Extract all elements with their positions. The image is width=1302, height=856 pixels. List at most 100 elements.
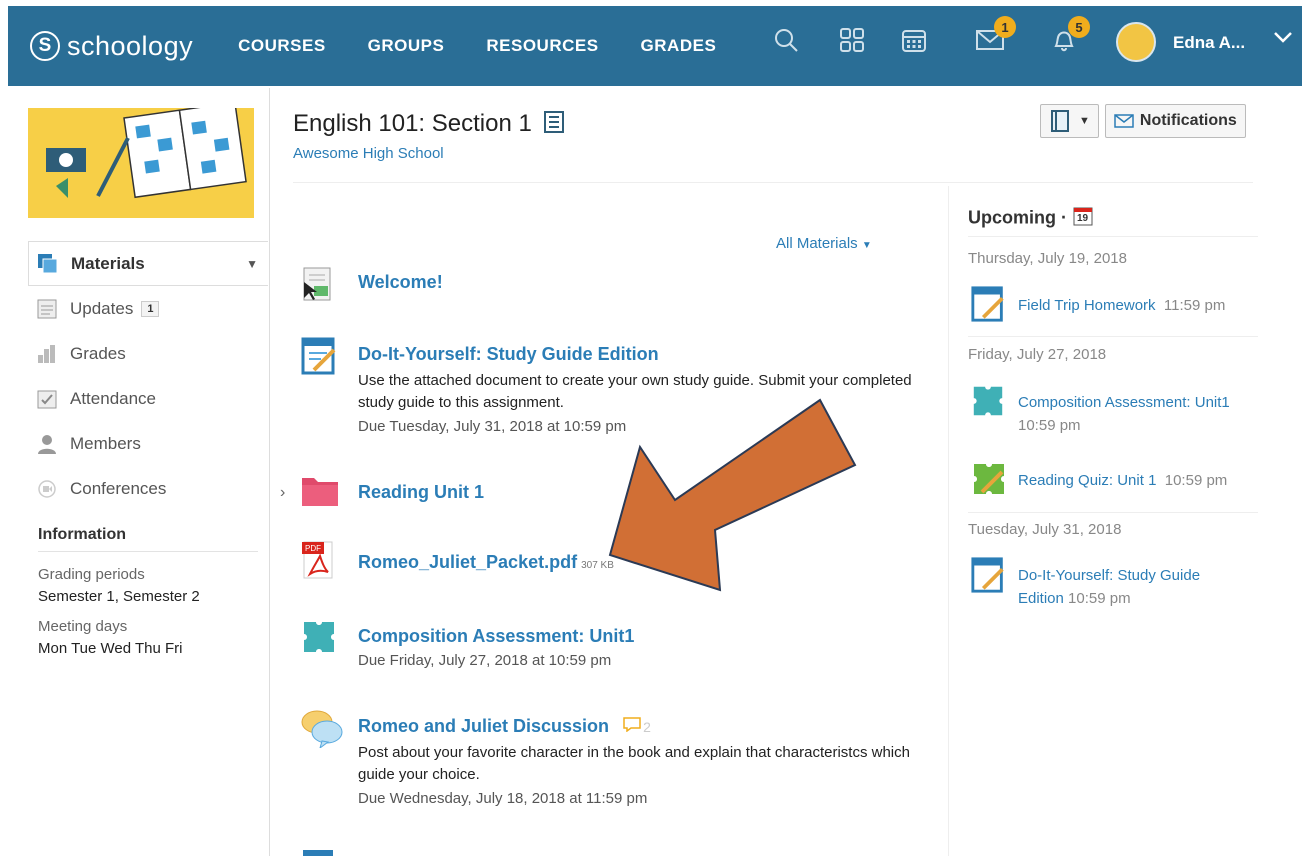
logo-text: schoology (67, 30, 194, 61)
assessment-icon (300, 618, 340, 658)
sidebar-item-materials[interactable]: Materials ▼ (28, 241, 268, 286)
logo[interactable]: S schoology (30, 31, 193, 62)
course-options-button[interactable]: ▼ (1040, 104, 1099, 138)
information-heading: Information (38, 526, 126, 543)
search-icon[interactable] (768, 22, 804, 58)
svg-text:PDF: PDF (305, 544, 321, 553)
chevron-right-icon[interactable]: › (280, 484, 285, 502)
divider (293, 182, 1253, 183)
avatar[interactable] (1116, 22, 1156, 62)
upcoming-item-title[interactable]: Field Trip Homework (1018, 297, 1156, 314)
page-icon (300, 266, 340, 306)
sidebar-item-label: Attendance (70, 388, 157, 408)
upcoming-item-text[interactable]: Reading Quiz: Unit 1 10:59 pm (1018, 469, 1302, 492)
meeting-days-value: Mon Tue Wed Thu Fri (38, 640, 183, 657)
divider (968, 236, 1258, 237)
comment-count: 2 (623, 716, 651, 736)
attendance-icon (36, 388, 58, 410)
sidebar-item-label: Conferences (70, 478, 167, 498)
material-description: Post about your favorite character in th… (358, 744, 910, 783)
upcoming-heading: Upcoming · (968, 205, 1094, 232)
navigation-bar: S schoology COURSES GROUPS RESOURCES GRA… (8, 6, 1302, 86)
pdf-file-name[interactable]: Romeo_Juliet_Packet.pdf (358, 552, 577, 572)
left-sidebar: Materials ▼ Updates 1 Grades Attendance (0, 88, 270, 856)
quiz-icon (970, 460, 1008, 498)
assignment-icon (300, 336, 340, 376)
comment-icon (623, 717, 641, 733)
page-title: English 101: Section 1 (293, 110, 532, 137)
upcoming-date: Thursday, July 19, 2018 (968, 250, 1127, 267)
apps-grid-icon[interactable] (834, 22, 870, 58)
calendar-icon[interactable] (896, 22, 932, 58)
upcoming-item-title[interactable]: Composition Assessment: Unit1 (1018, 394, 1230, 411)
material-title[interactable]: Composition Assessment: Unit1 (358, 626, 634, 647)
caret-down-icon[interactable]: ▼ (246, 257, 258, 271)
chevron-down-icon[interactable] (1273, 30, 1293, 49)
comment-count-value: 2 (643, 719, 651, 735)
course-profile-icon[interactable] (543, 110, 565, 139)
arrow-annotation (608, 398, 857, 592)
material-due-date: Due Wednesday, July 18, 2018 at 11:59 pm (358, 790, 648, 807)
discussion-icon (300, 708, 343, 750)
school-link[interactable]: Awesome High School (293, 145, 444, 162)
caret-down-icon: ▼ (1079, 115, 1090, 127)
upcoming-item-time: 10:59 pm (1018, 417, 1081, 434)
divider (968, 512, 1258, 513)
sidebar-item-label: Updates (70, 298, 134, 318)
grades-icon (36, 343, 58, 365)
calendar-day: 19 (1077, 213, 1089, 224)
caret-down-icon: ▼ (861, 240, 872, 251)
material-title[interactable]: Romeo and Juliet Discussion 2 (358, 716, 651, 737)
all-materials-filter[interactable]: All Materials ▼ (776, 235, 872, 252)
material-title[interactable]: Reading Unit 1 (358, 482, 484, 503)
assignment-icon (970, 556, 1008, 594)
updates-count-badge: 1 (141, 300, 160, 317)
upcoming-date: Friday, July 27, 2018 (968, 346, 1107, 363)
updates-icon (36, 298, 58, 320)
upcoming-date: Tuesday, July 31, 2018 (968, 521, 1122, 538)
sidebar-item-label: Materials (71, 253, 145, 273)
discussion-title[interactable]: Romeo and Juliet Discussion (358, 716, 609, 736)
filter-label: All Materials (776, 235, 858, 252)
assignment-icon (970, 285, 1008, 323)
conferences-icon (36, 478, 58, 500)
sidebar-item-label: Grades (70, 343, 126, 363)
upcoming-item-text[interactable]: Do-It-Yourself: Study Guide Edition 10:5… (1018, 564, 1238, 610)
upcoming-item-time: 10:59 pm (1164, 472, 1228, 489)
folder-icon (300, 472, 340, 512)
material-title[interactable]: Do-It-Yourself: Study Guide Edition (358, 344, 659, 365)
notifications-badge: 5 (1068, 16, 1090, 38)
divider (968, 336, 1258, 337)
user-name[interactable]: Edna A... (1173, 33, 1245, 53)
upcoming-item-time: 10:59 pm (1068, 590, 1131, 607)
sidebar-item-conferences[interactable]: Conferences (28, 466, 268, 511)
nav-courses[interactable]: COURSES (238, 36, 326, 56)
course-image (28, 108, 254, 218)
grading-periods-label: Grading periods (38, 566, 145, 583)
upcoming-item-title[interactable]: Reading Quiz: Unit 1 (1018, 472, 1156, 489)
nav-groups[interactable]: GROUPS (368, 36, 445, 56)
materials-icon (37, 253, 59, 275)
sidebar-item-updates[interactable]: Updates 1 (28, 286, 268, 331)
pdf-icon: PDF (300, 540, 340, 580)
nav-resources[interactable]: RESOURCES (486, 36, 598, 56)
notifications-button[interactable]: Notifications (1104, 104, 1246, 138)
notifications-bell-icon[interactable]: 5 (1046, 16, 1090, 58)
material-title[interactable]: Welcome! (358, 272, 443, 293)
sidebar-item-grades[interactable]: Grades (28, 331, 268, 376)
material-due-date: Due Friday, July 27, 2018 at 10:59 pm (358, 652, 612, 669)
messages-icon[interactable]: 1 (972, 16, 1016, 58)
logo-icon: S (30, 31, 60, 61)
upcoming-item-text[interactable]: Composition Assessment: Unit1 10:59 pm (1018, 391, 1258, 437)
upcoming-item-text[interactable]: Field Trip Homework 11:59 pm (1018, 294, 1302, 317)
assessment-icon (970, 383, 1008, 421)
grading-periods-value: Semester 1, Semester 2 (38, 588, 200, 605)
envelope-icon (1114, 114, 1134, 128)
top-bar: S schoology COURSES GROUPS RESOURCES GRA… (0, 0, 1302, 88)
sidebar-item-members[interactable]: Members (28, 421, 268, 466)
meeting-days-label: Meeting days (38, 618, 128, 635)
divider (38, 551, 258, 552)
upcoming-item-time: 11:59 pm (1163, 297, 1226, 314)
nav-grades[interactable]: GRADES (641, 36, 717, 56)
sidebar-item-attendance[interactable]: Attendance (28, 376, 268, 421)
